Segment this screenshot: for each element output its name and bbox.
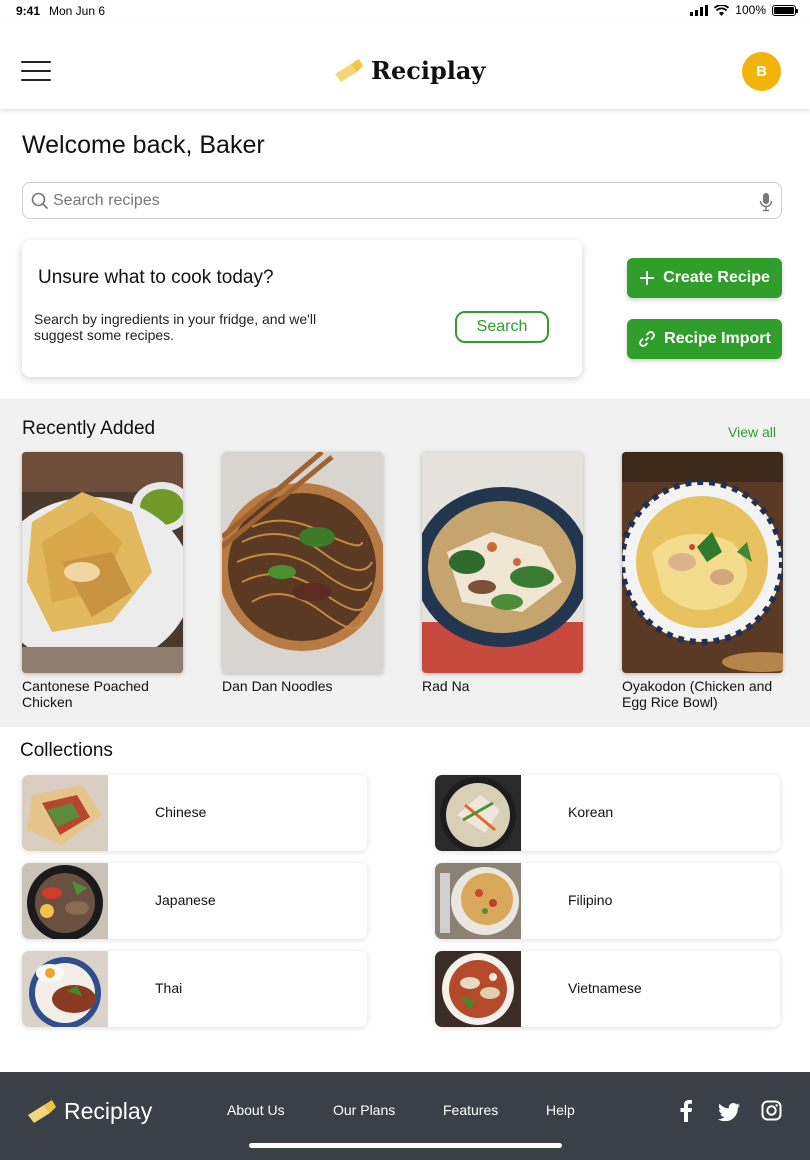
suggestion-description: Search by ingredients in your fridge, an…: [34, 311, 317, 343]
cellular-signal-icon: [690, 4, 709, 16]
recipe-image: [422, 452, 583, 673]
plus-icon: [640, 271, 655, 285]
collection-thumbnail: [22, 863, 108, 939]
search-bar[interactable]: [22, 182, 782, 219]
ingredient-search-button[interactable]: Search: [455, 311, 549, 343]
wifi-icon: [714, 4, 730, 16]
collection-label: Chinese: [155, 804, 207, 820]
recently-added-section: Recently Added View all Cantonese Poache…: [0, 399, 810, 727]
twitter-icon[interactable]: [718, 1103, 740, 1121]
recipe-name: Dan Dan Noodles: [222, 678, 333, 694]
collection-label: Thai: [155, 980, 183, 996]
recipe-image: [22, 452, 183, 673]
home-indicator: [249, 1143, 562, 1148]
collection-thumbnail: [22, 775, 108, 851]
footer-link-about-us[interactable]: About Us: [227, 1102, 285, 1118]
battery-percent: 100%: [735, 3, 766, 17]
collection-card-korean[interactable]: Korean: [435, 775, 780, 851]
recently-added-title: Recently Added: [22, 418, 156, 439]
collection-thumbnail: [435, 775, 521, 851]
footer-brand-name: Reciplay: [64, 1098, 153, 1124]
search-icon: [31, 192, 49, 210]
footer-link-our-plans[interactable]: Our Plans: [333, 1102, 395, 1118]
avatar[interactable]: B: [742, 52, 781, 91]
collection-thumbnail: [22, 951, 108, 1027]
battery-icon: [772, 4, 798, 16]
welcome-heading: Welcome back, Baker: [22, 131, 265, 159]
collection-card-japanese[interactable]: Japanese: [22, 863, 367, 939]
recipe-name: Oyakodon (Chicken and Egg Rice Bowl): [622, 678, 773, 710]
view-all-link[interactable]: View all: [728, 424, 776, 440]
collection-thumbnail: [435, 951, 521, 1027]
collection-thumbnail: [435, 863, 521, 939]
status-indicators: 100%: [690, 3, 798, 17]
recipe-card[interactable]: Dan Dan Noodles: [222, 452, 383, 694]
butter-logo-icon: [28, 1099, 56, 1123]
footer-link-features[interactable]: Features: [443, 1102, 498, 1118]
collection-label: Japanese: [155, 892, 216, 908]
create-recipe-label: Create Recipe: [663, 269, 770, 286]
collection-card-vietnamese[interactable]: Vietnamese: [435, 951, 780, 1027]
link-icon: [639, 331, 655, 347]
status-bar: 9:41 Mon Jun 6 100%: [0, 0, 810, 22]
footer-link-help[interactable]: Help: [546, 1102, 575, 1118]
brand-name: Reciplay: [371, 56, 486, 85]
facebook-icon[interactable]: [679, 1100, 693, 1122]
instagram-icon[interactable]: [761, 1100, 782, 1121]
recipe-card[interactable]: Rad Na: [422, 452, 583, 694]
recipe-card[interactable]: Oyakodon (Chicken and Egg Rice Bowl): [622, 452, 783, 710]
collection-label: Filipino: [568, 892, 613, 908]
recipe-image: [222, 452, 383, 673]
create-recipe-button[interactable]: Create Recipe: [627, 258, 782, 298]
recipe-name: Cantonese Poached Chicken: [22, 678, 149, 710]
collection-label: Korean: [568, 804, 614, 820]
butter-logo-icon: [335, 58, 363, 82]
recipe-card[interactable]: Cantonese Poached Chicken: [22, 452, 183, 710]
suggestion-title: Unsure what to cook today?: [38, 267, 274, 288]
microphone-icon[interactable]: [759, 192, 773, 212]
collection-card-thai[interactable]: Thai: [22, 951, 367, 1027]
hamburger-menu-icon[interactable]: [21, 61, 51, 83]
collection-card-chinese[interactable]: Chinese: [22, 775, 367, 851]
app-header: Reciplay B: [0, 22, 810, 109]
ingredient-suggestion-card: Unsure what to cook today? Search by ing…: [22, 240, 582, 377]
recipe-import-label: Recipe Import: [664, 330, 771, 347]
brand-logo[interactable]: Reciplay: [333, 56, 485, 85]
status-date: Mon Jun 6: [49, 4, 106, 18]
status-time: 9:41: [16, 4, 41, 18]
recipe-import-button[interactable]: Recipe Import: [627, 319, 782, 359]
collection-card-filipino[interactable]: Filipino: [435, 863, 780, 939]
collections-title: Collections: [20, 740, 113, 761]
footer-brand-logo[interactable]: Reciplay: [26, 1098, 152, 1125]
recipe-name: Rad Na: [422, 678, 470, 694]
collection-label: Vietnamese: [568, 980, 642, 996]
recipe-image: [622, 452, 783, 673]
search-input[interactable]: [53, 189, 753, 213]
footer: Reciplay About Us Our Plans Features Hel…: [0, 1072, 810, 1160]
